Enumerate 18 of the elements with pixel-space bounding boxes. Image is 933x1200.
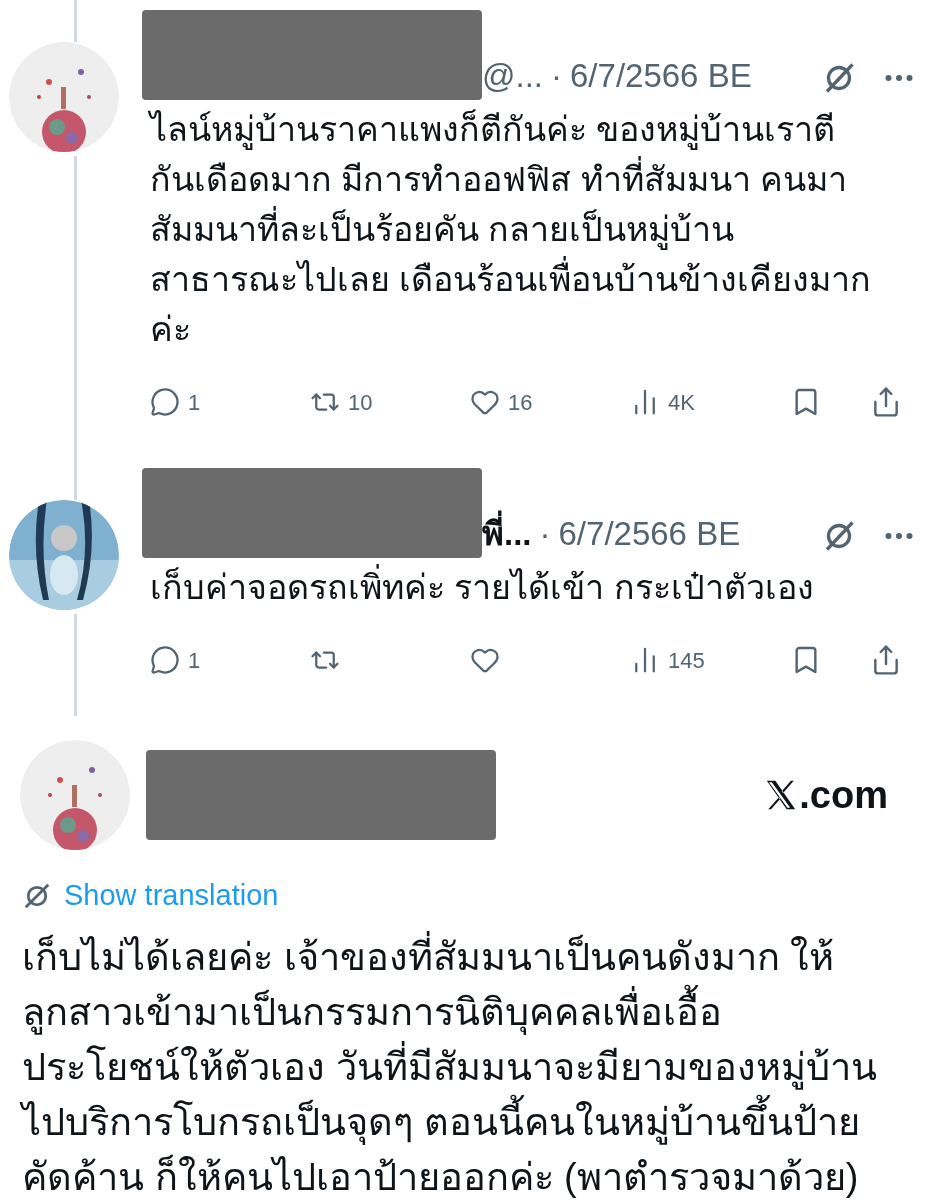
action-count: 1 xyxy=(188,388,201,417)
reply-icon[interactable] xyxy=(150,387,180,417)
separator: · xyxy=(539,513,551,554)
action-count: 1 xyxy=(188,646,201,675)
action-count: 145 xyxy=(668,646,705,675)
tweet-date: 6/7/2566 BE xyxy=(570,55,752,96)
tweet-text: ไลน์หมู่บ้านราคาแพงก็ตีกันค่ะ ของหมู่บ้านเราตี กันเดือดมาก มีการทำออฟฟิส ทำที่สัมมนา คนมา สัมมนาที่ละเป็นร้อยคัน กลายเป็นหมู่บ้าน สาธารณะไปเลย เดือนร้อนเพื่อนบ้านข้างเคียงมาก ค่ะ xyxy=(150,108,873,350)
user-handle: @... xyxy=(482,55,543,96)
brand-logo: .com xyxy=(763,766,888,824)
action-count: 16 xyxy=(508,388,533,417)
action-count: 10 xyxy=(348,388,373,417)
tweet-date: 6/7/2566 BE xyxy=(558,513,741,554)
show-translation-link[interactable]: Show translation xyxy=(22,874,911,918)
reply-icon[interactable] xyxy=(150,645,180,675)
tweet-text: เก็บค่าจอดรถเพิ่ทค่ะ รายได้เข้า กระเป๋าตัวเอง xyxy=(150,562,917,612)
action-count: 4K xyxy=(668,388,695,417)
separator: · xyxy=(551,55,562,96)
user-handle: พี่... xyxy=(482,508,532,558)
